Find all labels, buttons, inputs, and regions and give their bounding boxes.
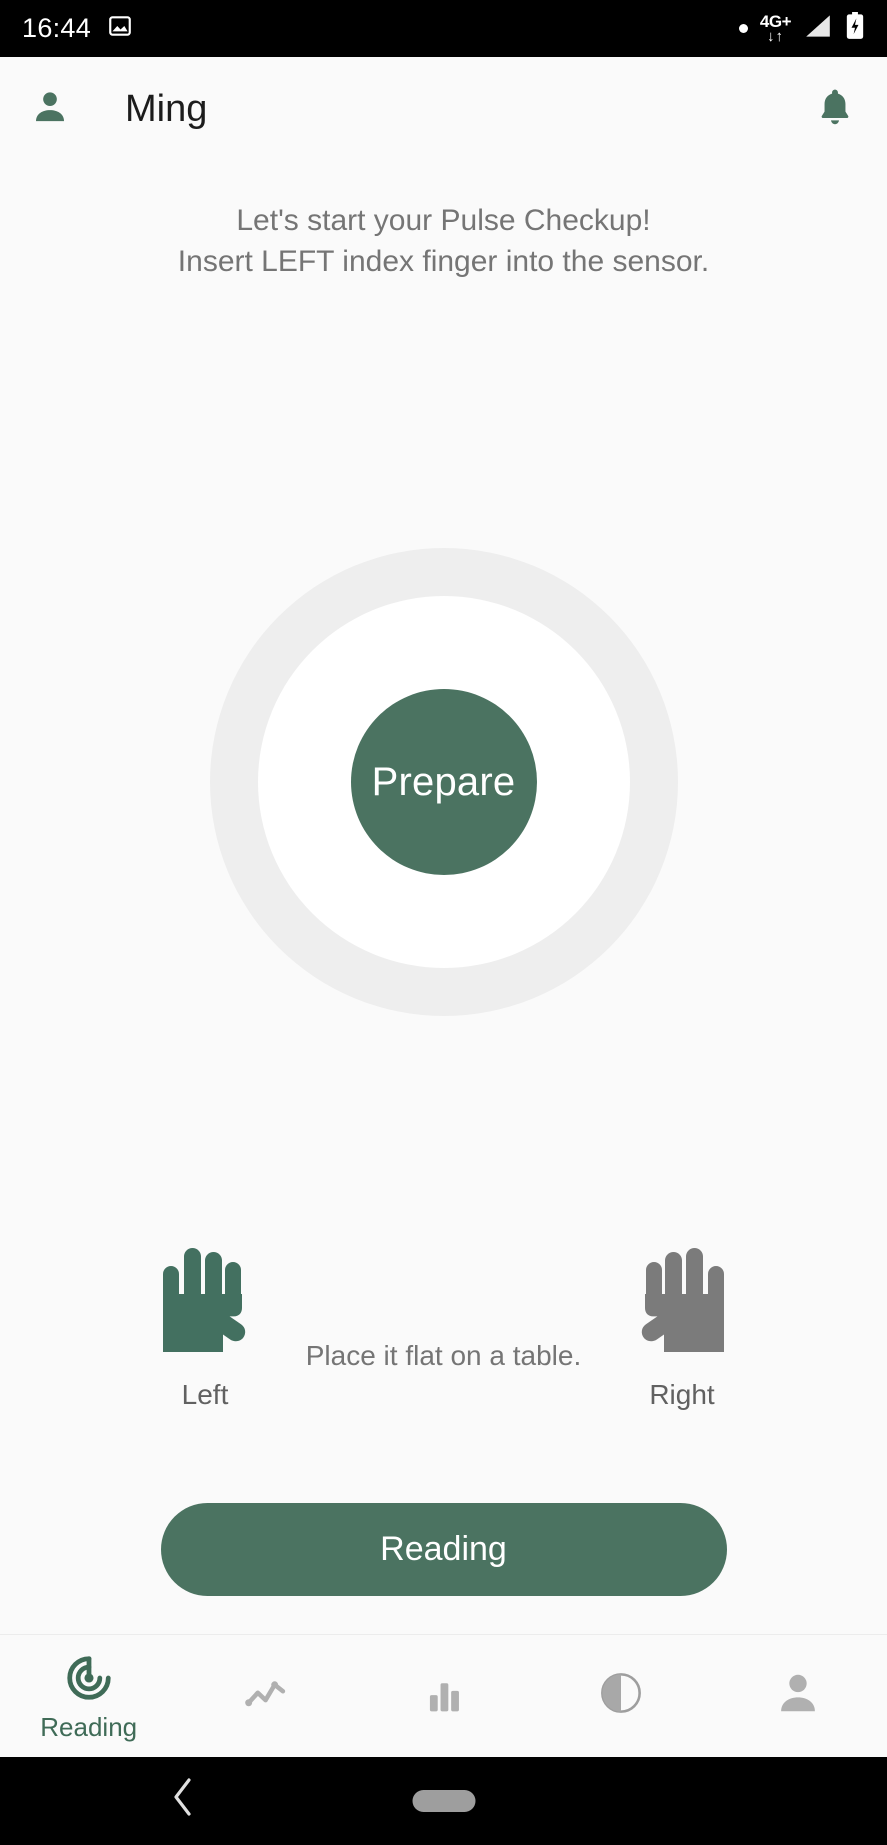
bottom-navigation: Reading xyxy=(0,1634,887,1757)
signal-icon xyxy=(803,13,833,44)
bar-chart-icon xyxy=(418,1665,470,1721)
gauge-status-label: Prepare xyxy=(371,759,516,804)
hands-guide: Left Place it flat on a table. Right xyxy=(0,1240,887,1411)
status-bar-left-icons xyxy=(107,13,133,44)
instruction-text: Let's start your Pulse Checkup! Insert L… xyxy=(0,200,887,283)
dot-icon xyxy=(738,24,748,33)
status-bar-time: 16:44 xyxy=(22,13,92,43)
reading-button[interactable]: Reading xyxy=(160,1503,727,1596)
hands-center-text: Place it flat on a table. xyxy=(305,1340,582,1371)
battery-charging-icon xyxy=(845,12,865,45)
person-icon xyxy=(772,1665,824,1721)
pulse-target-icon xyxy=(63,1650,115,1706)
nav-item-statistics[interactable] xyxy=(355,1635,532,1757)
hand-left-icon xyxy=(149,1240,261,1373)
nav-item-reading[interactable]: Reading xyxy=(0,1635,177,1757)
data-arrows-label: ↓↑ xyxy=(766,28,784,45)
chevron-left-icon[interactable] xyxy=(170,1777,196,1826)
phone-screen: 16:44 4G+ ↓↑ Ming Let's start your Pulse… xyxy=(0,0,887,1845)
instruction-line-2: Insert LEFT index finger into the sensor… xyxy=(177,245,710,279)
status-bar-right-icons: 4G+ ↓↑ xyxy=(738,12,865,45)
nav-item-reading-label: Reading xyxy=(40,1711,138,1742)
page-title: Ming xyxy=(125,88,208,130)
pulse-gauge[interactable]: Prepare xyxy=(209,548,678,1016)
right-hand-label: Right xyxy=(649,1379,715,1410)
instruction-line-1: Let's start your Pulse Checkup! xyxy=(236,204,651,237)
network-type-icon: 4G+ ↓↑ xyxy=(760,13,792,45)
left-hand-label: Left xyxy=(181,1379,229,1410)
nav-item-trends[interactable] xyxy=(177,1635,354,1757)
app-bar: Ming xyxy=(0,57,887,162)
bell-icon[interactable] xyxy=(813,85,857,134)
image-icon xyxy=(107,13,133,44)
left-hand-group: Left xyxy=(140,1240,270,1411)
profile-icon[interactable] xyxy=(30,87,70,132)
home-pill[interactable] xyxy=(412,1790,475,1812)
hand-right-icon xyxy=(626,1240,738,1373)
nav-item-profile[interactable] xyxy=(710,1635,887,1757)
contrast-icon xyxy=(595,1665,647,1721)
nav-item-contrast[interactable] xyxy=(532,1635,709,1757)
gauge-status-button[interactable]: Prepare xyxy=(350,689,537,875)
right-hand-group: Right xyxy=(617,1240,747,1411)
line-chart-icon xyxy=(240,1665,292,1721)
system-navigation-bar xyxy=(0,1757,887,1845)
status-bar: 16:44 4G+ ↓↑ xyxy=(0,0,887,57)
